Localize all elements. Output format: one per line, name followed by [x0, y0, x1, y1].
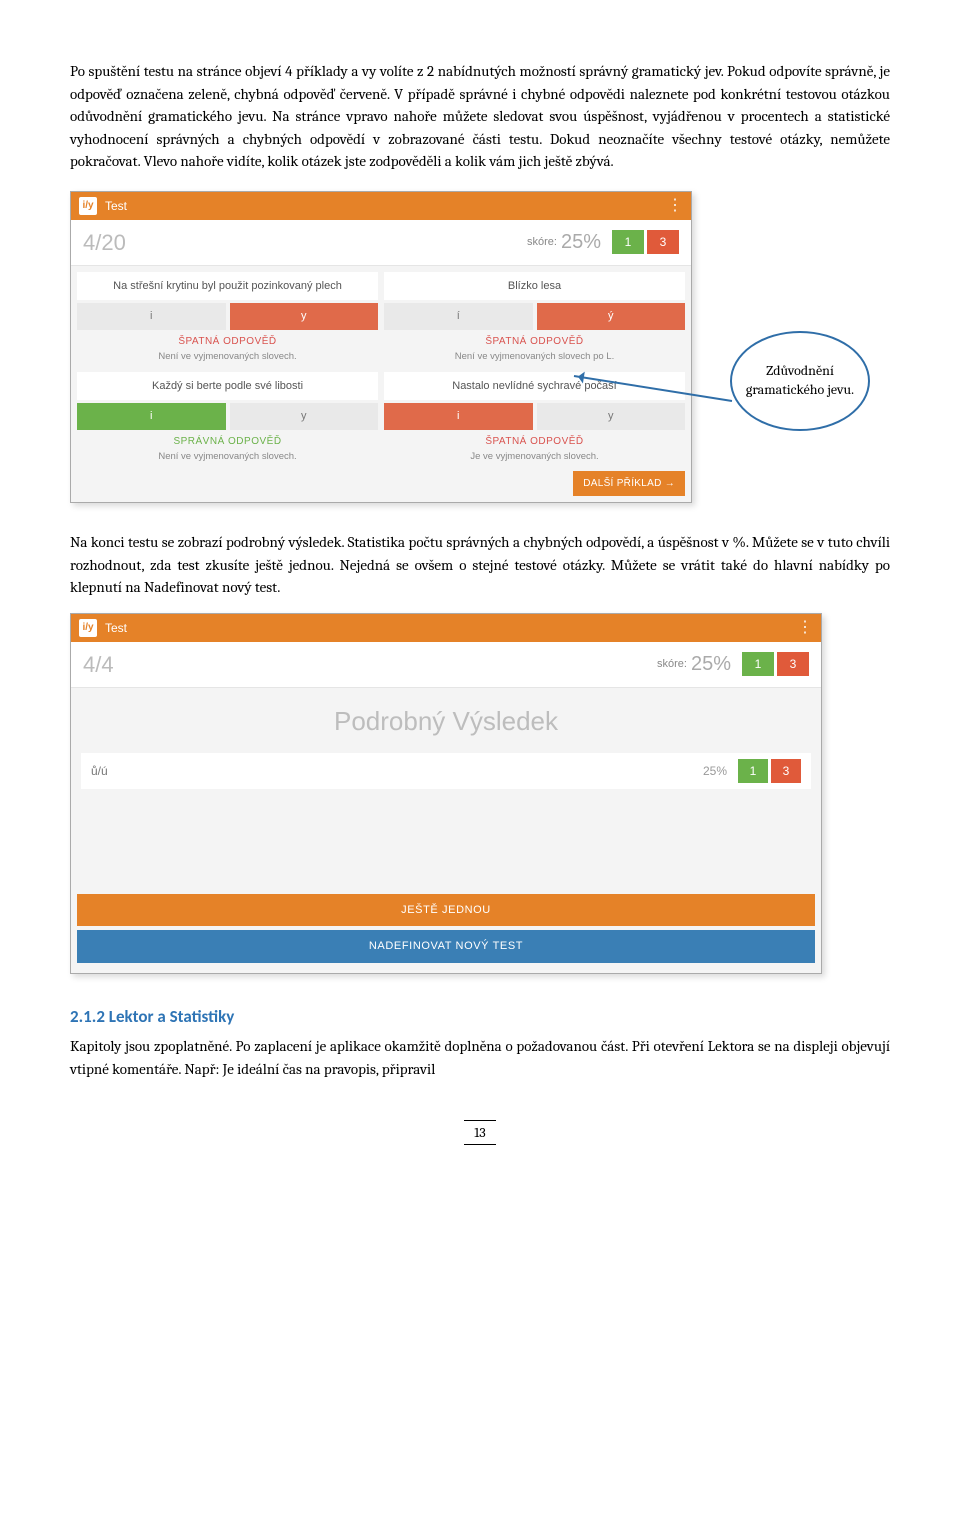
app-topbar: i/y Test ⋮: [71, 192, 691, 220]
answer-choice[interactable]: í: [384, 303, 533, 330]
score-label: skóre:: [657, 656, 687, 673]
feedback-kind: SPRÁVNÁ ODPOVĚĎ: [79, 434, 376, 449]
question-block: Blízko lesa í ý ŠPATNÁ ODPOVĚĎ Není ve v…: [384, 272, 685, 366]
answer-feedback: SPRÁVNÁ ODPOVĚĎ Není ve vyjmenovaných sl…: [77, 430, 378, 466]
question-block: Na střešní krytinu byl použit pozinkovan…: [77, 272, 378, 366]
menu-icon[interactable]: ⋮: [797, 616, 813, 640]
score-value: 25%: [691, 649, 731, 679]
callout-bubble: Zdůvodnění gramatického jevu.: [730, 331, 870, 431]
category-name: ů/ú: [91, 762, 108, 780]
result-app-window: i/y Test ⋮ 4/4 skóre: 25% 1 3 Podrobný V…: [70, 613, 822, 974]
app-logo-icon: i/y: [79, 197, 97, 215]
category-wrong-badge: 3: [771, 759, 801, 783]
wrong-count-badge: 3: [777, 652, 809, 676]
app-title: Test: [105, 619, 127, 637]
feedback-kind: ŠPATNÁ ODPOVĚĎ: [386, 434, 683, 449]
app-topbar: i/y Test ⋮: [71, 614, 821, 642]
page-number-footer: 13: [70, 1120, 890, 1145]
answer-feedback: ŠPATNÁ ODPOVĚĎ Není ve vyjmenovaných slo…: [77, 330, 378, 366]
score-bar: 4/4 skóre: 25% 1 3: [71, 642, 821, 688]
score-label: skóre:: [527, 234, 557, 251]
score-value: 25%: [561, 227, 601, 257]
wrong-count-badge: 3: [647, 230, 679, 254]
next-example-button[interactable]: DALŠÍ PŘÍKLAD: [573, 471, 685, 496]
answer-feedback: ŠPATNÁ ODPOVĚĎ Je ve vyjmenovaných slove…: [384, 430, 685, 466]
feedback-reason: Není ve vyjmenovaných slovech.: [79, 450, 376, 464]
body-paragraph-2: Na konci testu se zobrazí podrobný výsle…: [70, 531, 890, 599]
feedback-reason: Není ve vyjmenovaných slovech.: [79, 350, 376, 364]
result-button-bar: JEŠTĚ JEDNOU NADEFINOVAT NOVÝ TEST: [71, 888, 821, 973]
score-bar: 4/20 skóre: 25% 1 3: [71, 220, 691, 266]
menu-icon[interactable]: ⋮: [667, 194, 683, 218]
answer-choice[interactable]: ý: [537, 303, 686, 330]
question-progress: 4/20: [83, 226, 126, 259]
answer-choice[interactable]: y: [230, 403, 379, 430]
result-category-row[interactable]: ů/ú 25% 1 3: [81, 753, 811, 789]
feedback-reason: Je ve vyjmenovaných slovech.: [386, 450, 683, 464]
body-paragraph-1: Po spuštění testu na stránce objeví 4 př…: [70, 60, 890, 173]
feedback-kind: ŠPATNÁ ODPOVĚĎ: [386, 334, 683, 349]
answer-choice[interactable]: i: [77, 303, 226, 330]
section-heading-2-1-2: 2.1.2 Lektor a Statistiky: [70, 1004, 890, 1030]
page-number: 13: [464, 1120, 496, 1145]
question-text: Blízko lesa: [384, 272, 685, 301]
result-heading: Podrobný Výsledek: [81, 702, 811, 741]
category-percent: 25%: [703, 762, 727, 780]
question-progress: 4/4: [83, 648, 114, 681]
feedback-reason: Není ve vyjmenovaných slovech po L.: [386, 350, 683, 364]
body-paragraph-3: Kapitoly jsou zpoplatněné. Po zaplacení …: [70, 1035, 890, 1080]
feedback-kind: ŠPATNÁ ODPOVĚĎ: [79, 334, 376, 349]
correct-count-badge: 1: [612, 230, 644, 254]
app-title: Test: [105, 197, 127, 215]
test-app-window: i/y Test ⋮ 4/20 skóre: 25% 1 3 Na střešn…: [70, 191, 692, 504]
question-text: Na střešní krytinu byl použit pozinkovan…: [77, 272, 378, 301]
answer-feedback: ŠPATNÁ ODPOVĚĎ Není ve vyjmenovaných slo…: [384, 330, 685, 366]
try-again-button[interactable]: JEŠTĚ JEDNOU: [77, 894, 815, 927]
answer-choice[interactable]: i: [77, 403, 226, 430]
question-text: Každý si berte podle své libosti: [77, 372, 378, 401]
category-correct-badge: 1: [738, 759, 768, 783]
result-area: Podrobný Výsledek ů/ú 25% 1 3: [71, 688, 821, 888]
answer-choice[interactable]: i: [384, 403, 533, 430]
question-block: Každý si berte podle své libosti i y SPR…: [77, 372, 378, 466]
app-logo-icon: i/y: [79, 619, 97, 637]
screenshot-1-wrapper: i/y Test ⋮ 4/20 skóre: 25% 1 3 Na střešn…: [70, 191, 890, 504]
define-new-test-button[interactable]: NADEFINOVAT NOVÝ TEST: [77, 930, 815, 963]
correct-count-badge: 1: [742, 652, 774, 676]
answer-choice[interactable]: y: [537, 403, 686, 430]
answer-choice[interactable]: y: [230, 303, 379, 330]
quiz-area: Na střešní krytinu byl použit pozinkovan…: [71, 266, 691, 503]
